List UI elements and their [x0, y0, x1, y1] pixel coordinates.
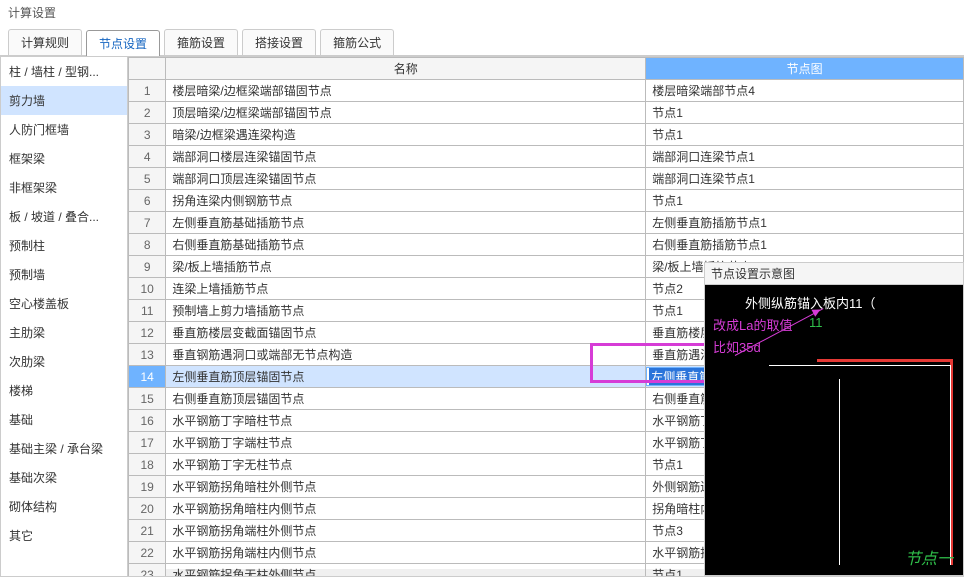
table-row[interactable]: 3暗梁/边框梁遇连梁构造节点1	[129, 124, 964, 146]
cell-name[interactable]: 连梁上墙插筋节点	[166, 278, 646, 300]
table-row[interactable]: 7左侧垂直筋基础插筋节点左侧垂直筋插筋节点1	[129, 212, 964, 234]
cell-name[interactable]: 水平钢筋拐角暗柱内侧节点	[166, 498, 646, 520]
main-tabs: 计算规则节点设置箍筋设置搭接设置箍筋公式	[0, 25, 964, 56]
cell-name[interactable]: 水平钢筋拐角暗柱外侧节点	[166, 476, 646, 498]
cell-jdt[interactable]: 楼层暗梁端部节点4	[646, 80, 964, 102]
sidebar-item-2[interactable]: 人防门框墙	[1, 115, 127, 144]
preview-number-1: 11	[809, 315, 823, 330]
row-number[interactable]: 2	[129, 102, 166, 124]
table-row[interactable]: 8右侧垂直筋基础插筋节点右侧垂直筋插筋节点1	[129, 234, 964, 256]
table-row[interactable]: 4端部洞口楼层连梁锚固节点端部洞口连梁节点1	[129, 146, 964, 168]
sidebar-item-1[interactable]: 剪力墙	[1, 86, 127, 115]
cell-name[interactable]: 水平钢筋丁字暗柱节点	[166, 410, 646, 432]
tab-2[interactable]: 箍筋设置	[164, 29, 238, 55]
sidebar-item-10[interactable]: 次肋梁	[1, 347, 127, 376]
row-number[interactable]: 11	[129, 300, 166, 322]
header-jdt[interactable]: 节点图	[646, 58, 964, 80]
cell-name[interactable]: 暗梁/边框梁遇连梁构造	[166, 124, 646, 146]
tab-1[interactable]: 节点设置	[86, 30, 160, 56]
sidebar-item-7[interactable]: 预制墙	[1, 260, 127, 289]
cell-name[interactable]: 水平钢筋丁字无柱节点	[166, 454, 646, 476]
sidebar-item-12[interactable]: 基础	[1, 405, 127, 434]
tab-3[interactable]: 搭接设置	[242, 29, 316, 55]
preview-white-line-v	[950, 365, 951, 565]
sidebar-item-15[interactable]: 砌体结构	[1, 492, 127, 521]
row-number[interactable]: 20	[129, 498, 166, 520]
row-number[interactable]: 1	[129, 80, 166, 102]
row-number[interactable]: 12	[129, 322, 166, 344]
row-number[interactable]: 6	[129, 190, 166, 212]
category-sidebar: 柱 / 墙柱 / 型钢...剪力墙人防门框墙框架梁非框架梁板 / 坡道 / 叠合…	[0, 56, 128, 577]
cell-name[interactable]: 预制墙上剪力墙插筋节点	[166, 300, 646, 322]
cell-name[interactable]: 右侧垂直筋顶层锚固节点	[166, 388, 646, 410]
cell-jdt[interactable]: 节点1	[646, 124, 964, 146]
preview-canvas[interactable]: 外侧纵筋锚入板内11（ 改成La的取值 11 比如35d 节点一	[705, 285, 963, 575]
table-row[interactable]: 6拐角连梁内侧钢筋节点节点1	[129, 190, 964, 212]
row-number[interactable]: 15	[129, 388, 166, 410]
header-name[interactable]: 名称	[166, 58, 646, 80]
preview-white-line-h	[769, 365, 951, 366]
row-number[interactable]: 22	[129, 542, 166, 564]
cell-name[interactable]: 水平钢筋拐角无柱外侧节点	[166, 564, 646, 577]
cell-name[interactable]: 右侧垂直筋基础插筋节点	[166, 234, 646, 256]
sidebar-item-14[interactable]: 基础次梁	[1, 463, 127, 492]
row-number[interactable]: 10	[129, 278, 166, 300]
row-number[interactable]: 21	[129, 520, 166, 542]
cell-name[interactable]: 左侧垂直筋基础插筋节点	[166, 212, 646, 234]
table-row[interactable]: 5端部洞口顶层连梁锚固节点端部洞口连梁节点1	[129, 168, 964, 190]
tab-4[interactable]: 箍筋公式	[320, 29, 394, 55]
cell-name[interactable]: 端部洞口顶层连梁锚固节点	[166, 168, 646, 190]
row-number[interactable]: 13	[129, 344, 166, 366]
cell-name[interactable]: 水平钢筋拐角端柱外侧节点	[166, 520, 646, 542]
row-number[interactable]: 17	[129, 432, 166, 454]
sidebar-item-3[interactable]: 框架梁	[1, 144, 127, 173]
cell-name[interactable]: 左侧垂直筋顶层锚固节点	[166, 366, 646, 388]
sidebar-item-5[interactable]: 板 / 坡道 / 叠合...	[1, 202, 127, 231]
preview-red-line-h	[817, 359, 953, 362]
cell-jdt[interactable]: 右侧垂直筋插筋节点1	[646, 234, 964, 256]
cell-name[interactable]: 端部洞口楼层连梁锚固节点	[166, 146, 646, 168]
cell-name[interactable]: 垂直筋楼层变截面锚固节点	[166, 322, 646, 344]
cell-jdt[interactable]: 节点1	[646, 102, 964, 124]
sidebar-item-9[interactable]: 主肋梁	[1, 318, 127, 347]
cell-name[interactable]: 水平钢筋丁字端柱节点	[166, 432, 646, 454]
preview-corner-label: 节点一	[905, 545, 953, 569]
window-title: 计算设置	[0, 0, 964, 25]
row-number[interactable]: 4	[129, 146, 166, 168]
header-rownum	[129, 58, 166, 80]
cell-name[interactable]: 水平钢筋拐角端柱内侧节点	[166, 542, 646, 564]
cell-name[interactable]: 梁/板上墙插筋节点	[166, 256, 646, 278]
row-number[interactable]: 5	[129, 168, 166, 190]
sidebar-item-13[interactable]: 基础主梁 / 承台梁	[1, 434, 127, 463]
sidebar-item-0[interactable]: 柱 / 墙柱 / 型钢...	[1, 57, 127, 86]
row-number[interactable]: 7	[129, 212, 166, 234]
preview-panel: 节点设置示意图 外侧纵筋锚入板内11（ 改成La的取值 11 比如35d 节点一	[704, 262, 964, 576]
cell-name[interactable]: 顶层暗梁/边框梁端部锚固节点	[166, 102, 646, 124]
cell-name[interactable]: 楼层暗梁/边框梁端部锚固节点	[166, 80, 646, 102]
table-row[interactable]: 2顶层暗梁/边框梁端部锚固节点节点1	[129, 102, 964, 124]
row-number[interactable]: 23	[129, 564, 166, 577]
sidebar-item-16[interactable]: 其它	[1, 521, 127, 550]
preview-title: 节点设置示意图	[705, 263, 963, 285]
row-number[interactable]: 14	[129, 366, 166, 388]
sidebar-item-11[interactable]: 楼梯	[1, 376, 127, 405]
cell-jdt[interactable]: 节点1	[646, 190, 964, 212]
preview-white-line-v2	[839, 379, 840, 565]
sidebar-item-6[interactable]: 预制柱	[1, 231, 127, 260]
cell-name[interactable]: 拐角连梁内侧钢筋节点	[166, 190, 646, 212]
row-number[interactable]: 18	[129, 454, 166, 476]
cell-name[interactable]: 垂直钢筋遇洞口或端部无节点构造	[166, 344, 646, 366]
cell-jdt[interactable]: 端部洞口连梁节点1	[646, 146, 964, 168]
row-number[interactable]: 3	[129, 124, 166, 146]
tab-0[interactable]: 计算规则	[8, 29, 82, 55]
row-number[interactable]: 8	[129, 234, 166, 256]
table-row[interactable]: 1楼层暗梁/边框梁端部锚固节点楼层暗梁端部节点4	[129, 80, 964, 102]
cell-jdt[interactable]: 左侧垂直筋插筋节点1	[646, 212, 964, 234]
cell-jdt[interactable]: 端部洞口连梁节点1	[646, 168, 964, 190]
sidebar-item-4[interactable]: 非框架梁	[1, 173, 127, 202]
row-number[interactable]: 9	[129, 256, 166, 278]
sidebar-item-8[interactable]: 空心楼盖板	[1, 289, 127, 318]
row-number[interactable]: 19	[129, 476, 166, 498]
row-number[interactable]: 16	[129, 410, 166, 432]
